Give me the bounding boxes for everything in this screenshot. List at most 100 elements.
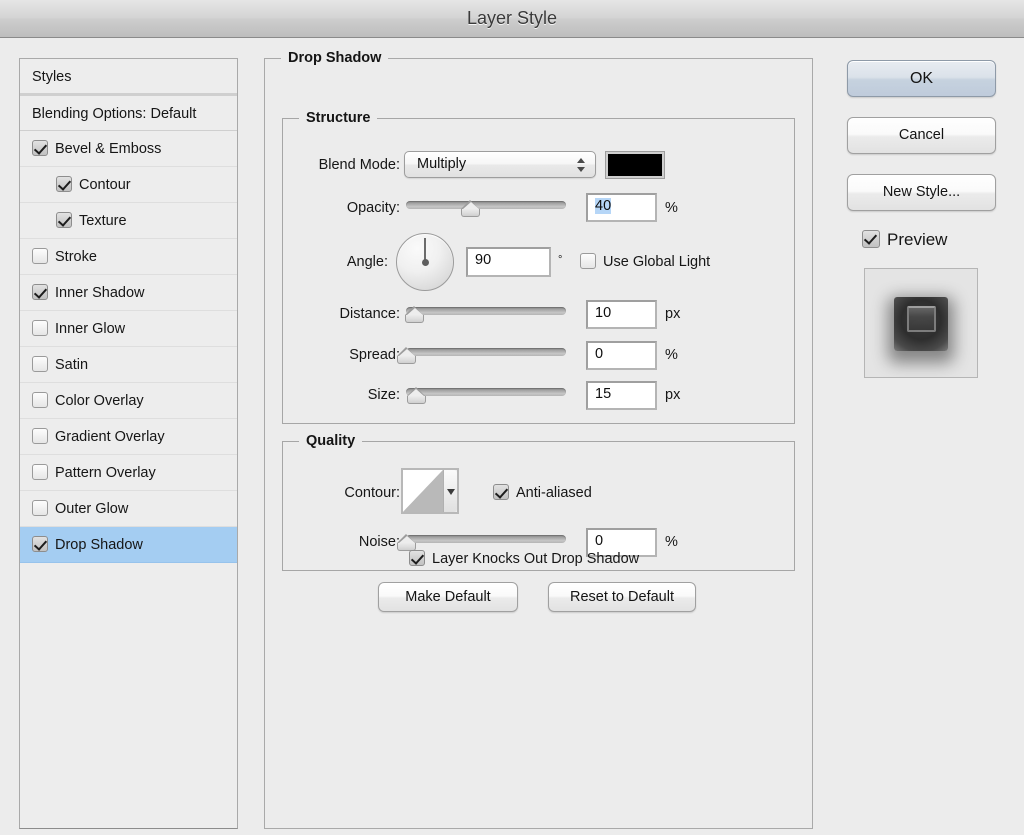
sidebar-item-label: Gradient Overlay [55, 429, 165, 446]
opacity-slider-thumb[interactable] [461, 200, 480, 217]
checkbox-satin-icon[interactable] [32, 356, 48, 372]
angle-dial-hub [421, 258, 429, 266]
checkbox-anti-aliased-icon[interactable] [493, 484, 509, 500]
blending-options-label: Blending Options: Default [32, 106, 197, 123]
contour-dropdown-arrow-icon[interactable] [444, 470, 457, 512]
layer-knocks-out-label: Layer Knocks Out Drop Shadow [432, 551, 640, 567]
opacity-slider[interactable] [406, 198, 566, 218]
contour-picker[interactable] [401, 468, 459, 514]
angle-value: 90 [475, 252, 492, 268]
sidebar-item-color-overlay[interactable]: Color Overlay [20, 383, 237, 419]
structure-group-title: Structure [299, 110, 378, 126]
shadow-color-swatch[interactable] [605, 151, 665, 179]
layer-knocks-out-row[interactable]: Layer Knocks Out Drop Shadow [409, 549, 639, 569]
sidebar-item-pattern-overlay[interactable]: Pattern Overlay [20, 455, 237, 491]
size-slider-thumb[interactable] [406, 387, 426, 404]
checkbox-use-global-light-icon[interactable] [580, 253, 596, 269]
size-label: Size: [367, 387, 400, 403]
opacity-slider-track[interactable] [406, 201, 566, 209]
checkbox-preview-icon[interactable] [862, 230, 880, 248]
size-value: 15 [595, 386, 612, 402]
anti-aliased-label: Anti-aliased [516, 485, 592, 501]
styles-list-panel: Styles Blending Options: Default Bevel &… [19, 58, 238, 829]
style-preview-thumbnail [864, 268, 978, 378]
size-input[interactable]: 15 [586, 381, 657, 410]
blend-mode-value: Multiply [417, 156, 467, 172]
angle-input[interactable]: 90 [466, 247, 551, 277]
spread-input[interactable]: 0 [586, 341, 657, 370]
checkbox-color-overlay-icon[interactable] [32, 392, 48, 408]
checkbox-layer-knocks-out-icon[interactable] [409, 550, 425, 566]
opacity-input[interactable]: 40 [586, 193, 657, 222]
spread-label: Spread: [349, 347, 400, 363]
distance-slider-track[interactable] [406, 307, 566, 315]
checkbox-texture-icon[interactable] [56, 212, 72, 228]
sidebar-item-label: Outer Glow [55, 501, 129, 518]
sidebar-item-inner-shadow[interactable]: Inner Shadow [20, 275, 237, 311]
blend-mode-select[interactable]: Multiply [404, 151, 596, 178]
noise-unit: % [665, 534, 678, 550]
preview-label: Preview [887, 230, 948, 249]
styles-header-label: Styles [32, 69, 72, 86]
new-style-button[interactable]: New Style... [847, 174, 996, 211]
angle-unit: ° [558, 254, 563, 266]
spread-slider[interactable] [397, 345, 566, 365]
distance-input[interactable]: 10 [586, 300, 657, 329]
cancel-button[interactable]: Cancel [847, 117, 996, 154]
distance-label: Distance: [339, 306, 400, 322]
spread-unit: % [665, 347, 678, 363]
checkbox-pattern-overlay-icon[interactable] [32, 464, 48, 480]
sidebar-item-satin[interactable]: Satin [20, 347, 237, 383]
checkbox-drop-shadow-icon[interactable] [32, 536, 48, 552]
sidebar-item-texture[interactable]: Texture [20, 203, 237, 239]
make-default-button[interactable]: Make Default [378, 582, 518, 612]
checkbox-contour-icon[interactable] [56, 176, 72, 192]
checkbox-gradient-overlay-icon[interactable] [32, 428, 48, 444]
use-global-light-row[interactable]: Use Global Light [580, 252, 710, 272]
sidebar-item-label: Pattern Overlay [55, 465, 156, 482]
sidebar-item-blending-options[interactable]: Blending Options: Default [20, 95, 237, 131]
size-slider[interactable] [406, 385, 566, 405]
sidebar-item-label: Texture [79, 213, 127, 230]
sidebar-item-gradient-overlay[interactable]: Gradient Overlay [20, 419, 237, 455]
dialog-title: Layer Style [466, 8, 558, 28]
sidebar-item-outer-glow[interactable]: Outer Glow [20, 491, 237, 527]
distance-slider[interactable] [405, 304, 566, 324]
sidebar-item-contour[interactable]: Contour [20, 167, 237, 203]
dialog-titlebar[interactable]: Layer Style [0, 0, 1024, 38]
size-slider-track[interactable] [406, 388, 566, 396]
checkbox-inner-shadow-icon[interactable] [32, 284, 48, 300]
spread-value: 0 [595, 346, 604, 362]
angle-label: Angle: [346, 254, 388, 270]
spread-slider-thumb[interactable] [397, 347, 416, 364]
contour-label: Contour: [344, 485, 400, 501]
ok-button[interactable]: OK [847, 60, 996, 97]
distance-slider-thumb[interactable] [405, 306, 424, 323]
checkbox-bevel-emboss-icon[interactable] [32, 140, 48, 156]
distance-unit: px [665, 306, 681, 322]
noise-label: Noise: [358, 534, 400, 550]
distance-value: 10 [595, 305, 612, 321]
sidebar-item-stroke[interactable]: Stroke [20, 239, 237, 275]
sidebar-item-bevel-emboss[interactable]: Bevel & Emboss [20, 131, 237, 167]
opacity-label: Opacity: [346, 200, 400, 216]
checkbox-inner-glow-icon[interactable] [32, 320, 48, 336]
sidebar-item-drop-shadow[interactable]: Drop Shadow [20, 527, 237, 563]
angle-dial[interactable] [396, 233, 454, 291]
sidebar-item-label: Bevel & Emboss [55, 141, 162, 158]
preview-row[interactable]: Preview [862, 229, 947, 251]
checkbox-outer-glow-icon[interactable] [32, 500, 48, 516]
opacity-value: 40 [595, 198, 612, 214]
dialog-body: Styles Blending Options: Default Bevel &… [0, 38, 1024, 835]
sidebar-item-label: Drop Shadow [55, 537, 143, 554]
spread-slider-track[interactable] [406, 348, 566, 356]
sidebar-item-label: Inner Glow [55, 321, 126, 338]
styles-header-row[interactable]: Styles [20, 59, 237, 95]
checkbox-stroke-icon[interactable] [32, 248, 48, 264]
sidebar-item-inner-glow[interactable]: Inner Glow [20, 311, 237, 347]
noise-slider-track[interactable] [406, 535, 566, 543]
sidebar-item-label: Stroke [55, 249, 97, 266]
reset-to-default-button[interactable]: Reset to Default [548, 582, 696, 612]
anti-aliased-row[interactable]: Anti-aliased [493, 483, 592, 503]
chevron-updown-icon [577, 155, 586, 175]
